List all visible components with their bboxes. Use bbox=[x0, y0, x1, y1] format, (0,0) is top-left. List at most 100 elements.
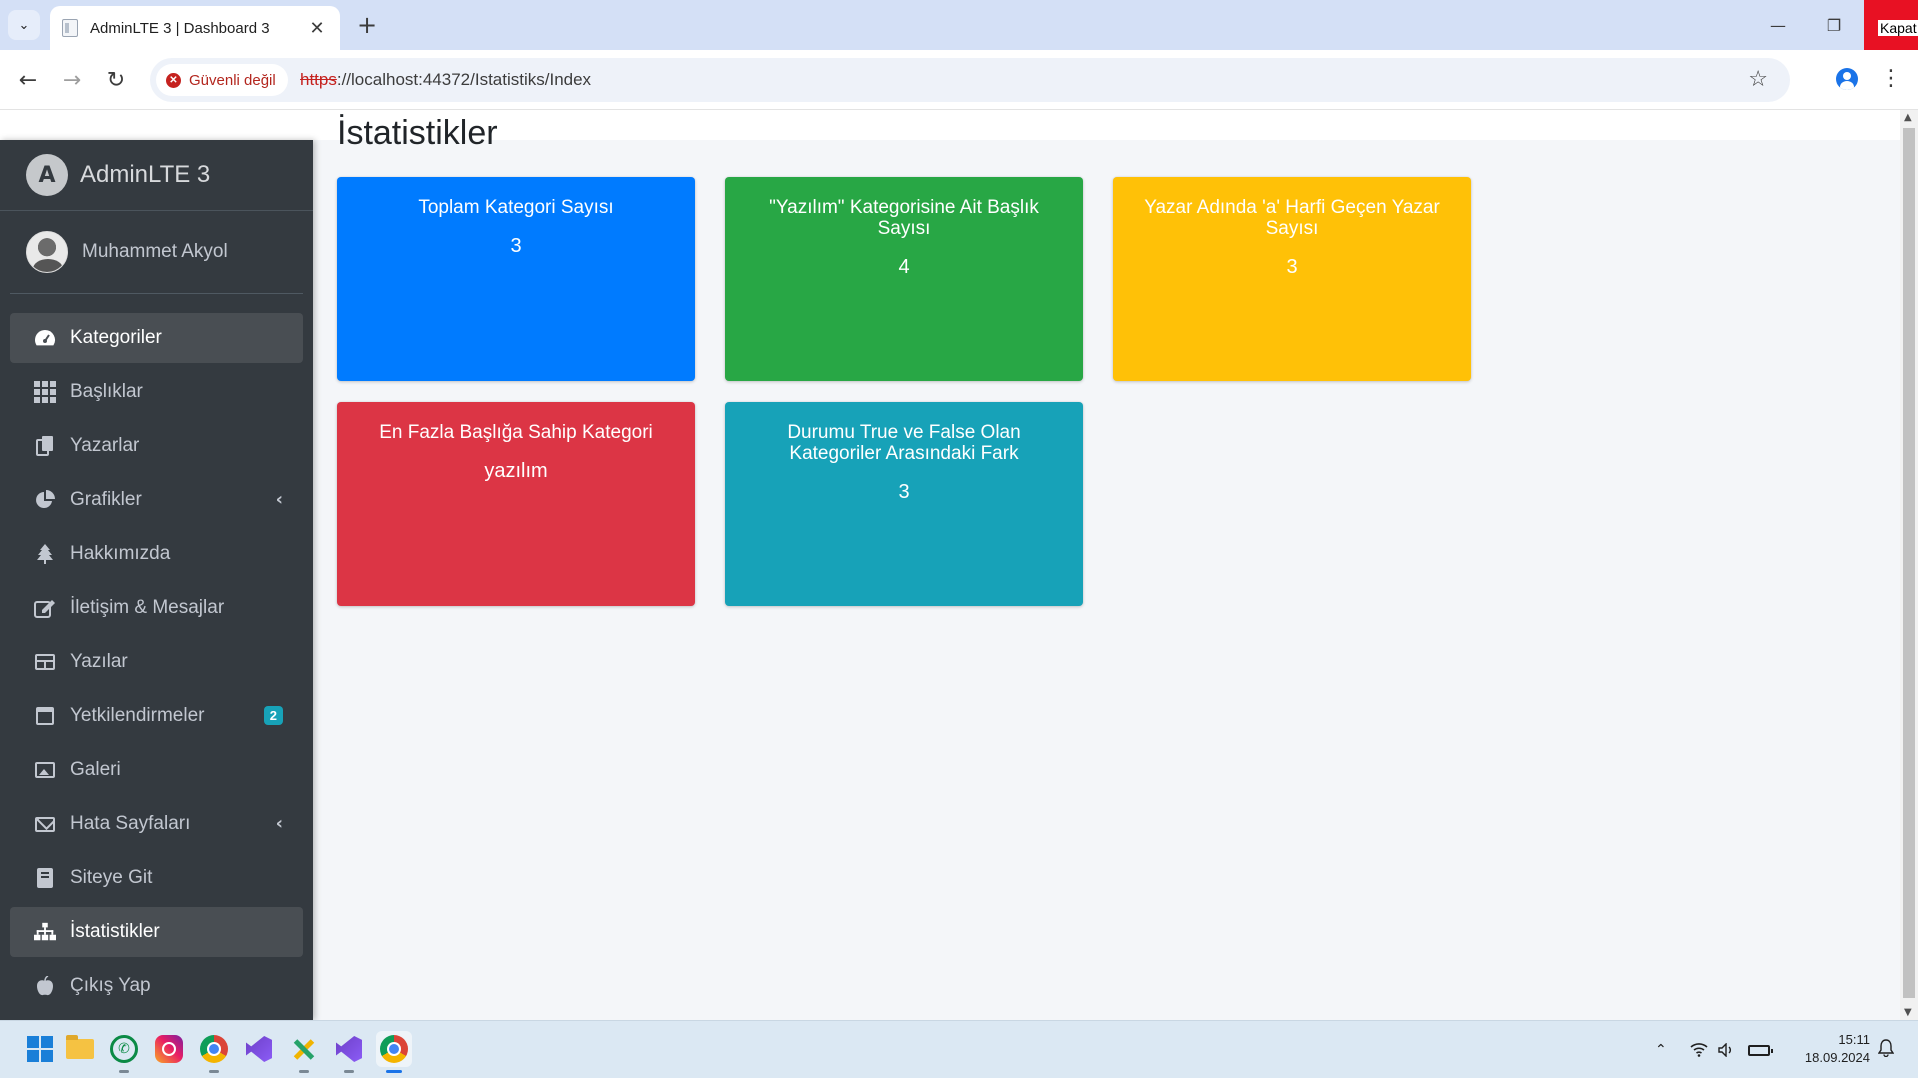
profile-avatar-icon bbox=[1836, 68, 1858, 90]
book-icon bbox=[34, 867, 56, 889]
show-hidden-icons-icon[interactable]: ⌃ bbox=[1655, 1021, 1667, 1078]
sidebar-item-label: Hakkımızda bbox=[70, 543, 171, 564]
notification-bell-icon[interactable] bbox=[1877, 1039, 1895, 1062]
tab-close-icon[interactable]: ✕ bbox=[306, 18, 328, 39]
start-button[interactable] bbox=[22, 1031, 58, 1067]
stat-box-value: yazılım bbox=[484, 460, 548, 482]
taskbar-tools[interactable] bbox=[286, 1031, 322, 1073]
whatsapp-icon: ✆ bbox=[110, 1035, 138, 1063]
battery-icon[interactable] bbox=[1748, 1021, 1773, 1078]
taskbar-whatsapp[interactable]: ✆ bbox=[106, 1031, 142, 1073]
clock-time: 15:11 bbox=[1838, 1032, 1870, 1047]
sidebar-item-label: Yazarlar bbox=[70, 435, 140, 456]
sidebar-item-yazilar[interactable]: Yazılar bbox=[10, 637, 303, 687]
system-clock[interactable]: 15:11 18.09.2024 bbox=[1790, 1031, 1870, 1067]
th-grid-icon bbox=[34, 381, 56, 403]
sidebar-item-yetkilendirmeler[interactable]: Yetkilendirmeler 2 bbox=[10, 691, 303, 741]
brand-text: AdminLTE 3 bbox=[80, 161, 211, 188]
calendar-icon bbox=[34, 705, 56, 727]
forward-arrow-icon[interactable]: → bbox=[56, 64, 88, 96]
sidebar-item-grafikler[interactable]: Grafikler ‹ bbox=[10, 475, 303, 525]
user-panel: Muhammet Akyol bbox=[10, 211, 303, 294]
running-indicator bbox=[344, 1070, 354, 1073]
file-explorer-icon bbox=[66, 1035, 94, 1059]
apple-icon bbox=[34, 975, 56, 997]
window-minimize-button[interactable]: — bbox=[1750, 0, 1806, 50]
not-secure-icon: ✕ bbox=[166, 72, 181, 88]
security-chip[interactable]: ✕ Güvenli değil bbox=[156, 64, 288, 96]
windows-logo-icon bbox=[27, 1036, 53, 1062]
window-close-button[interactable]: Kapat bbox=[1864, 0, 1918, 50]
reload-icon[interactable]: ↻ bbox=[100, 64, 132, 96]
sidebar-item-kategoriler[interactable]: Kategoriler bbox=[10, 313, 303, 363]
close-tooltip: Kapat bbox=[1878, 20, 1918, 36]
new-tab-button[interactable]: + bbox=[352, 10, 382, 40]
profile-button[interactable] bbox=[1830, 62, 1864, 96]
stat-box-status-difference: Durumu True ve False Olan Kategoriler Ar… bbox=[725, 402, 1083, 606]
edit-icon bbox=[34, 597, 56, 619]
window-restore-button[interactable]: ❐ bbox=[1806, 0, 1862, 50]
sidebar-item-hata-sayfalari[interactable]: Hata Sayfaları ‹ bbox=[10, 799, 303, 849]
taskbar-instagram[interactable] bbox=[151, 1031, 187, 1067]
chevron-left-icon: ‹ bbox=[275, 813, 283, 834]
stat-box-top-category: En Fazla Başlığa Sahip Kategori yazılım bbox=[337, 402, 695, 606]
sidebar-item-siteye-git[interactable]: Siteye Git bbox=[10, 853, 303, 903]
taskbar-visual-studio-2[interactable] bbox=[331, 1031, 367, 1073]
sidebar-item-hakkimizda[interactable]: Hakkımızda bbox=[10, 529, 303, 579]
stat-box-software-headings: "Yazılım" Kategorisine Ait Başlık Sayısı… bbox=[725, 177, 1083, 381]
taskbar-chrome-active[interactable] bbox=[376, 1031, 412, 1073]
web-page: A AdminLTE 3 Muhammet Akyol Kategoriler … bbox=[0, 110, 1900, 1020]
adminlte-logo-icon: A bbox=[26, 154, 68, 196]
browser-toolbar: ← → ↻ ✕ Güvenli değil https://localhost:… bbox=[0, 50, 1918, 110]
chevron-left-icon: ‹ bbox=[275, 489, 283, 510]
taskbar-file-explorer[interactable] bbox=[62, 1031, 98, 1067]
page-scrollbar[interactable]: ▲ ▼ bbox=[1900, 110, 1918, 1020]
stat-box-label: Toplam Kategori Sayısı bbox=[418, 197, 614, 218]
sidebar-item-iletisim-mesajlar[interactable]: İletişim & Mesajlar bbox=[10, 583, 303, 633]
stat-box-value: 3 bbox=[898, 481, 910, 503]
wifi-icon[interactable] bbox=[1690, 1021, 1708, 1078]
scroll-thumb[interactable] bbox=[1903, 128, 1915, 998]
taskbar-chrome[interactable] bbox=[196, 1031, 232, 1073]
sidebar-item-cikis-yap[interactable]: Çıkış Yap bbox=[10, 961, 303, 1011]
back-arrow-icon[interactable]: ← bbox=[12, 64, 44, 96]
stat-box-total-categories: Toplam Kategori Sayısı 3 bbox=[337, 177, 695, 381]
sidebar-item-yazarlar[interactable]: Yazarlar bbox=[10, 421, 303, 471]
browser-tab[interactable]: AdminLTE 3 | Dashboard 3 ✕ bbox=[50, 6, 340, 50]
scroll-down-arrow-icon[interactable]: ▼ bbox=[1904, 1007, 1912, 1018]
stat-box-label: En Fazla Başlığa Sahip Kategori bbox=[379, 422, 653, 443]
sidebar-item-istatistikler[interactable]: İstatistikler bbox=[10, 907, 303, 957]
sidebar-item-label: Siteye Git bbox=[70, 867, 153, 888]
sidebar-item-label: Grafikler bbox=[70, 489, 142, 510]
running-indicator bbox=[299, 1070, 309, 1073]
taskbar-visual-studio[interactable] bbox=[241, 1031, 277, 1067]
bookmark-star-icon[interactable]: ☆ bbox=[1748, 67, 1768, 92]
user-name[interactable]: Muhammet Akyol bbox=[82, 241, 228, 263]
scroll-up-arrow-icon[interactable]: ▲ bbox=[1904, 112, 1912, 123]
sidebar-item-galeri[interactable]: Galeri bbox=[10, 745, 303, 795]
running-indicator bbox=[209, 1070, 219, 1073]
sidebar-item-basliklar[interactable]: Başlıklar bbox=[10, 367, 303, 417]
url-text[interactable]: https://localhost:44372/Istatistiks/Inde… bbox=[300, 70, 591, 90]
brand-link[interactable]: A AdminLTE 3 bbox=[0, 140, 313, 211]
url-scheme: https bbox=[300, 70, 337, 89]
clock-date: 18.09.2024 bbox=[1804, 1050, 1870, 1065]
stat-box-label: "Yazılım" Kategorisine Ait Başlık Sayısı bbox=[769, 197, 1039, 239]
visual-studio-icon bbox=[336, 1036, 362, 1062]
security-label: Güvenli değil bbox=[189, 71, 276, 89]
envelope-icon bbox=[34, 813, 56, 835]
address-bar[interactable]: ✕ Güvenli değil https://localhost:44372/… bbox=[150, 58, 1790, 102]
volume-icon[interactable] bbox=[1718, 1021, 1736, 1078]
stat-box-value: 3 bbox=[510, 235, 522, 257]
stat-box-value: 3 bbox=[1286, 256, 1298, 278]
stat-box-label: Durumu True ve False Olan Kategoriler Ar… bbox=[787, 422, 1021, 464]
running-indicator bbox=[119, 1070, 129, 1073]
sidebar-item-label: Yazılar bbox=[70, 651, 128, 672]
tachometer-icon bbox=[34, 327, 56, 349]
sidebar-item-label: İletişim & Mesajlar bbox=[70, 597, 225, 618]
notification-badge: 2 bbox=[263, 706, 283, 725]
image-icon bbox=[34, 759, 56, 781]
tab-search-button[interactable]: ⌄ bbox=[8, 10, 40, 40]
browser-menu-icon[interactable]: ⋮ bbox=[1880, 66, 1902, 92]
sidebar-item-label: Kategoriler bbox=[70, 327, 162, 348]
